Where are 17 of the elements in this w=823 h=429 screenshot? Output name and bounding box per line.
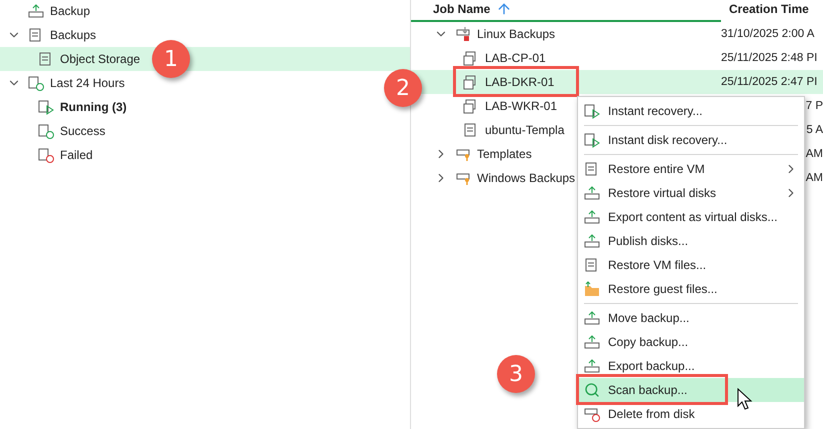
creation-time: AM [806, 172, 823, 184]
job-name: LAB-CP-01 [485, 51, 546, 65]
creation-time: 25/11/2025 2:47 PI [721, 76, 818, 88]
creation-time: 25/11/2025 2:48 PI [721, 52, 818, 64]
job-name: ubuntu-Templa [485, 123, 564, 137]
job-name: Linux Backups [477, 27, 556, 41]
job-name: LAB-DKR-01 [485, 75, 554, 89]
creation-time: 7 P [806, 100, 823, 112]
step-number: 2 [384, 69, 422, 107]
step-number: 1 [152, 40, 190, 78]
job-name: LAB-WKR-01 [485, 99, 558, 113]
creation-time: 31/10/2025 2:00 A [721, 28, 814, 40]
job-name: Templates [477, 147, 532, 161]
job-name: Windows Backups [477, 171, 576, 185]
step-number: 3 [497, 355, 535, 393]
creation-time: AM [806, 148, 823, 160]
creation-time: 5 A [806, 124, 823, 136]
